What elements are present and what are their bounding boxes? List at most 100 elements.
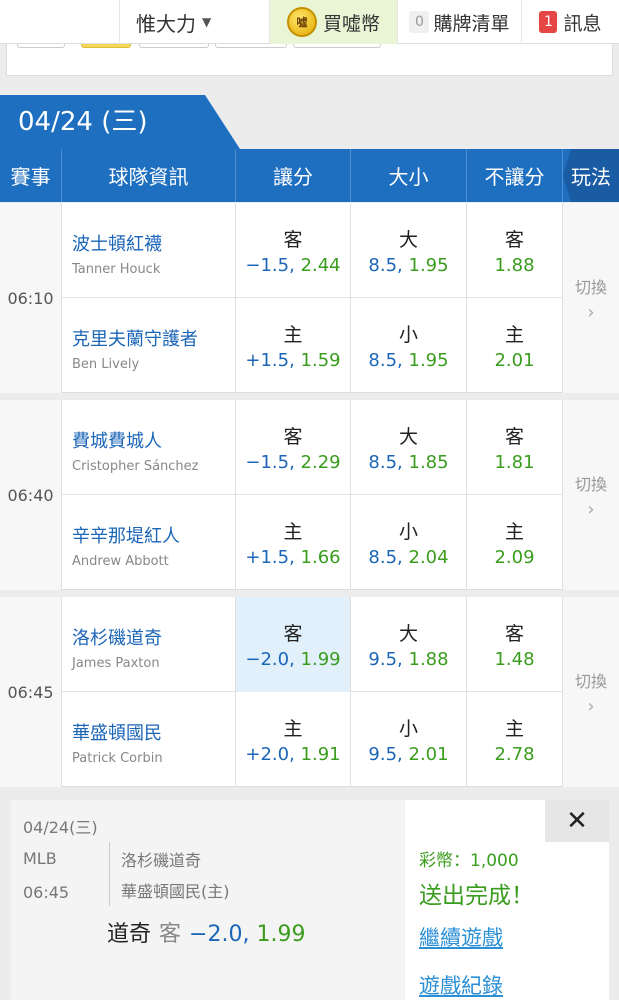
team-info[interactable]: 洛杉磯道奇 James Paxton <box>62 597 236 692</box>
filter-tab[interactable] <box>139 44 209 48</box>
moneyline-odds-button[interactable]: 客 1.88 <box>467 203 563 298</box>
cart-count-badge: 0 <box>409 11 430 33</box>
odds-side: 大 <box>398 426 418 448</box>
odds-price: 1.48 <box>494 649 535 670</box>
buy-coins-button[interactable]: 噓 買噓幣 <box>270 0 398 44</box>
odds-line: +1.5, <box>245 547 295 568</box>
team-info[interactable]: 華盛頓國民 Patrick Corbin <box>62 692 236 787</box>
pitcher-name: James Paxton <box>72 656 160 671</box>
filter-tab[interactable] <box>215 44 287 48</box>
odds-price: 1.88 <box>408 649 449 670</box>
caret-down-icon: ▼ <box>202 15 212 29</box>
bet-summary: 04/24(三) MLB 06:45 洛杉磯道奇 華盛頓國民(主) 道奇客 −2.… <box>11 800 405 1000</box>
nav-left-blank <box>0 0 120 44</box>
team-name: 辛辛那堤紅人 <box>72 526 180 547</box>
close-button[interactable]: ✕ <box>545 800 609 842</box>
moneyline-odds-button[interactable]: 客 1.81 <box>467 400 563 495</box>
team-info[interactable]: 克里夫蘭守護者 Ben Lively <box>62 298 236 393</box>
pitcher-name: Tanner Houck <box>72 262 161 277</box>
switch-button[interactable]: 切換 › <box>563 400 619 590</box>
total-odds-button[interactable]: 小 8.5, 2.04 <box>351 495 467 590</box>
bet-side: 客 <box>159 922 182 947</box>
filter-strip <box>6 44 613 76</box>
bet-league: MLB <box>23 849 57 868</box>
odds-price: 1.95 <box>408 255 449 276</box>
spread-odds-button[interactable]: 主 +1.5, 1.66 <box>236 495 351 590</box>
match-row: 克里夫蘭守護者 Ben Lively 主 +1.5, 1.59 小 8.5, 1… <box>62 298 563 393</box>
table-header: 賽事 球隊資訊 讓分 大小 不讓分 玩法 <box>0 149 619 202</box>
game-history-link[interactable]: 遊戲紀錄 <box>419 970 503 1000</box>
spread-odds-button-selected[interactable]: 客 −2.0, 1.99 <box>236 597 351 692</box>
match-row: 洛杉磯道奇 James Paxton 客 −2.0, 1.99 大 9.5, 1… <box>62 597 563 692</box>
th-time: 賽事 <box>0 149 62 202</box>
messages-label: 訊息 <box>563 12 602 35</box>
spread-odds-button[interactable]: 客 −1.5, 2.29 <box>236 400 351 495</box>
switch-label: 切換 <box>574 277 607 297</box>
switch-label: 切換 <box>574 671 607 691</box>
odds-line: −2.0, <box>245 649 295 670</box>
odds-line: +1.5, <box>245 350 295 371</box>
team-name: 費城費城人 <box>72 431 162 452</box>
cart-button[interactable]: 0 購牌清單 <box>398 0 522 44</box>
match-time: 06:45 <box>0 597 62 787</box>
switch-button[interactable]: 切換 › <box>563 597 619 787</box>
coin-balance: 彩幣：1,000 <box>419 851 519 871</box>
total-odds-button[interactable]: 大 8.5, 1.85 <box>351 400 467 495</box>
bet-team-away: 洛杉磯道奇 <box>121 851 202 870</box>
pitcher-name: Andrew Abbott <box>72 554 169 569</box>
match-row: 費城費城人 Cristopher Sánchez 客 −1.5, 2.29 大 … <box>62 400 563 495</box>
bet-date: 04/24(三) <box>23 818 98 837</box>
spread-odds-button[interactable]: 主 +1.5, 1.59 <box>236 298 351 393</box>
date-tab: 04/24 (三) <box>0 95 240 149</box>
switch-button[interactable]: 切換 › <box>563 203 619 393</box>
odds-side: 客 <box>504 426 524 448</box>
odds-side: 主 <box>283 718 303 740</box>
date-header: 04/24 (三) <box>0 95 619 149</box>
total-odds-button[interactable]: 小 8.5, 1.95 <box>351 298 467 393</box>
match-block: 06:10 波士頓紅襪 Tanner Houck 客 −1.5, 2.44 大 … <box>0 203 619 393</box>
user-menu[interactable]: 惟大力 ▼ <box>120 0 270 44</box>
odds-price: 1.95 <box>408 350 449 371</box>
chevron-right-icon: › <box>587 301 595 323</box>
top-nav: 惟大力 ▼ 噓 買噓幣 0 購牌清單 1 訊息 <box>0 0 619 44</box>
moneyline-odds-button[interactable]: 主 2.01 <box>467 298 563 393</box>
spread-odds-button[interactable]: 客 −1.5, 2.44 <box>236 203 351 298</box>
moneyline-odds-button[interactable]: 客 1.48 <box>467 597 563 692</box>
team-name: 克里夫蘭守護者 <box>72 329 198 350</box>
bet-price: 1.99 <box>256 922 306 947</box>
spread-odds-button[interactable]: 主 +2.0, 1.91 <box>236 692 351 787</box>
match-row: 波士頓紅襪 Tanner Houck 客 −1.5, 2.44 大 8.5, 1… <box>62 203 563 298</box>
odds-side: 主 <box>283 324 303 346</box>
odds-line: 8.5, <box>368 350 403 371</box>
odds-line: 8.5, <box>368 547 403 568</box>
odds-side: 小 <box>398 718 418 740</box>
coin-icon: 噓 <box>286 7 317 37</box>
odds-side: 客 <box>504 229 524 251</box>
total-odds-button[interactable]: 大 9.5, 1.88 <box>351 597 467 692</box>
odds-price: 2.44 <box>300 255 341 276</box>
th-play[interactable]: 玩法 <box>563 149 619 202</box>
team-info[interactable]: 費城費城人 Cristopher Sánchez <box>62 400 236 495</box>
bet-selection: 道奇客 −2.0, 1.99 <box>107 916 305 948</box>
filter-tab[interactable] <box>17 44 65 48</box>
odds-price: 2.78 <box>494 744 535 765</box>
messages-button[interactable]: 1 訊息 <box>522 0 619 44</box>
total-odds-button[interactable]: 小 9.5, 2.01 <box>351 692 467 787</box>
filter-tab-active[interactable] <box>81 44 131 48</box>
filter-tab[interactable] <box>293 44 381 48</box>
odds-side: 主 <box>504 324 524 346</box>
continue-game-link[interactable]: 繼續遊戲 <box>419 922 503 952</box>
match-block: 06:40 費城費城人 Cristopher Sánchez 客 −1.5, 2… <box>0 400 619 590</box>
moneyline-odds-button[interactable]: 主 2.09 <box>467 495 563 590</box>
match-time: 06:10 <box>0 203 62 393</box>
odds-price: 2.29 <box>300 452 341 473</box>
bet-line: −2.0, <box>189 922 250 947</box>
team-info[interactable]: 辛辛那堤紅人 Andrew Abbott <box>62 495 236 590</box>
total-odds-button[interactable]: 大 8.5, 1.95 <box>351 203 467 298</box>
cart-label: 購牌清單 <box>433 12 510 35</box>
moneyline-odds-button[interactable]: 主 2.78 <box>467 692 563 787</box>
team-info[interactable]: 波士頓紅襪 Tanner Houck <box>62 203 236 298</box>
match-row: 辛辛那堤紅人 Andrew Abbott 主 +1.5, 1.66 小 8.5,… <box>62 495 563 590</box>
message-count-badge: 1 <box>539 11 558 33</box>
odds-side: 客 <box>283 623 303 645</box>
